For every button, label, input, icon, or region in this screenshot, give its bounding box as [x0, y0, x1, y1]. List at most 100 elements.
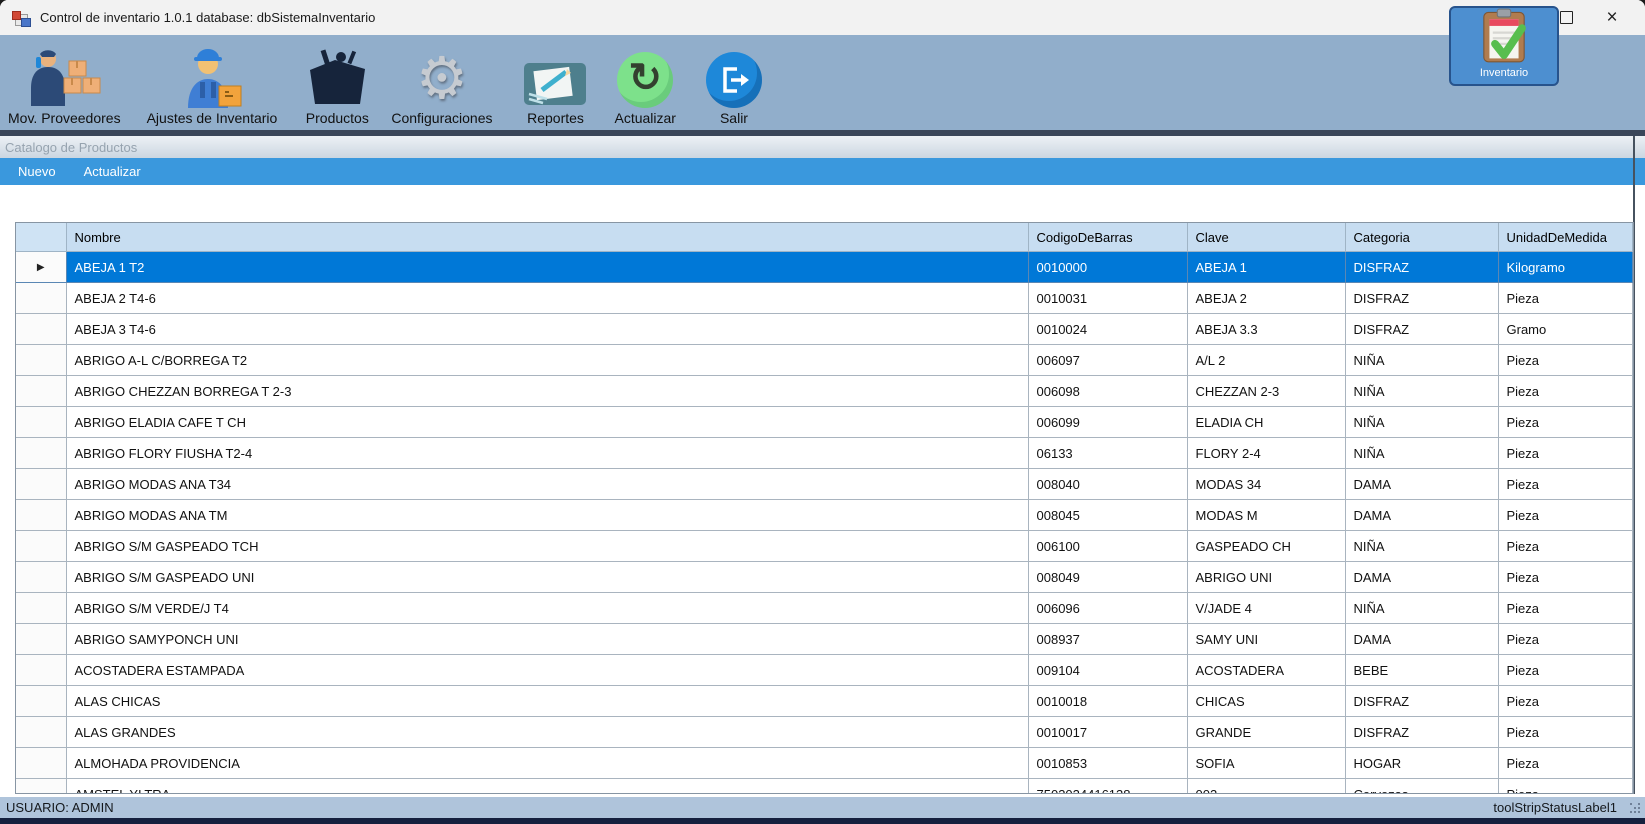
table-row[interactable]: ▶ABEJA 1 T20010000ABEJA 1DISFRAZKilogram…: [16, 252, 1632, 283]
table-row[interactable]: ABEJA 3 T4-60010024ABEJA 3.3DISFRAZGramo: [16, 314, 1632, 345]
cell-categoria[interactable]: NIÑA: [1345, 376, 1498, 407]
cell-nombre[interactable]: ABRIGO CHEZZAN BORREGA T 2-3: [66, 376, 1028, 407]
toolbar-item-mov-proveedores[interactable]: Mov. Proveedores: [8, 48, 121, 130]
cell-clave[interactable]: ABEJA 1: [1187, 252, 1345, 283]
cell-codigodebarras[interactable]: 006099: [1028, 407, 1187, 438]
cell-clave[interactable]: MODAS 34: [1187, 469, 1345, 500]
cell-unidaddemedida[interactable]: Pieza: [1498, 376, 1632, 407]
cell-categoria[interactable]: DISFRAZ: [1345, 717, 1498, 748]
cell-clave[interactable]: FLORY 2-4: [1187, 438, 1345, 469]
cell-clave[interactable]: V/JADE 4: [1187, 593, 1345, 624]
cell-clave[interactable]: ACOSTADERA: [1187, 655, 1345, 686]
cell-nombre[interactable]: ABEJA 1 T2: [66, 252, 1028, 283]
cell-nombre[interactable]: ACOSTADERA ESTAMPADA: [66, 655, 1028, 686]
cell-categoria[interactable]: NIÑA: [1345, 407, 1498, 438]
toolbar-item-productos[interactable]: Productos: [303, 48, 371, 130]
table-row[interactable]: AMSTEL YLTRA7503024416138002CervezasPiez…: [16, 779, 1632, 795]
cell-clave[interactable]: GRANDE: [1187, 717, 1345, 748]
table-row[interactable]: ABRIGO ELADIA CAFE T CH006099ELADIA CHNI…: [16, 407, 1632, 438]
cell-clave[interactable]: MODAS M: [1187, 500, 1345, 531]
resize-grip-icon[interactable]: [1630, 803, 1642, 815]
row-header-cell[interactable]: [16, 345, 66, 376]
row-header-cell[interactable]: [16, 500, 66, 531]
cell-nombre[interactable]: ABRIGO SAMYPONCH UNI: [66, 624, 1028, 655]
cell-nombre[interactable]: ABRIGO S/M VERDE/J T4: [66, 593, 1028, 624]
cell-unidaddemedida[interactable]: Pieza: [1498, 748, 1632, 779]
table-row[interactable]: ABEJA 2 T4-60010031ABEJA 2DISFRAZPieza: [16, 283, 1632, 314]
cell-codigodebarras[interactable]: 7503024416138: [1028, 779, 1187, 795]
cell-codigodebarras[interactable]: 006098: [1028, 376, 1187, 407]
cell-unidaddemedida[interactable]: Pieza: [1498, 655, 1632, 686]
table-row[interactable]: ABRIGO MODAS ANA T34008040MODAS 34DAMAPi…: [16, 469, 1632, 500]
toolbar-item-ajustes-de-inventario[interactable]: Ajustes de Inventario: [147, 46, 278, 130]
table-row[interactable]: ALAS GRANDES0010017GRANDEDISFRAZPieza: [16, 717, 1632, 748]
cell-unidaddemedida[interactable]: Pieza: [1498, 562, 1632, 593]
cell-unidaddemedida[interactable]: Pieza: [1498, 345, 1632, 376]
toolbar-item-actualizar[interactable]: ↻Actualizar: [615, 52, 676, 130]
table-row[interactable]: ALAS CHICAS0010018CHICASDISFRAZPieza: [16, 686, 1632, 717]
cell-nombre[interactable]: ALAS CHICAS: [66, 686, 1028, 717]
table-row[interactable]: ABRIGO CHEZZAN BORREGA T 2-3006098CHEZZA…: [16, 376, 1632, 407]
cell-clave[interactable]: SAMY UNI: [1187, 624, 1345, 655]
column-header-categoria[interactable]: Categoria: [1345, 223, 1498, 252]
cell-codigodebarras[interactable]: 0010018: [1028, 686, 1187, 717]
cell-codigodebarras[interactable]: 008045: [1028, 500, 1187, 531]
cell-nombre[interactable]: ABRIGO MODAS ANA T34: [66, 469, 1028, 500]
table-row[interactable]: ABRIGO MODAS ANA TM008045MODAS MDAMAPiez…: [16, 500, 1632, 531]
row-header-cell[interactable]: [16, 717, 66, 748]
cell-categoria[interactable]: DISFRAZ: [1345, 252, 1498, 283]
row-header-cell[interactable]: [16, 593, 66, 624]
toolbar-item-configuraciones[interactable]: ⚙Configuraciones: [391, 50, 492, 130]
cell-unidaddemedida[interactable]: Kilogramo: [1498, 252, 1632, 283]
cell-codigodebarras[interactable]: 008040: [1028, 469, 1187, 500]
table-row[interactable]: ABRIGO SAMYPONCH UNI008937SAMY UNIDAMAPi…: [16, 624, 1632, 655]
cell-codigodebarras[interactable]: 008937: [1028, 624, 1187, 655]
cell-codigodebarras[interactable]: 006096: [1028, 593, 1187, 624]
cell-clave[interactable]: 002: [1187, 779, 1345, 795]
cell-clave[interactable]: CHICAS: [1187, 686, 1345, 717]
row-header-cell[interactable]: [16, 686, 66, 717]
cell-clave[interactable]: SOFIA: [1187, 748, 1345, 779]
table-row[interactable]: ABRIGO A-L C/BORREGA T2006097A/L 2NIÑAPi…: [16, 345, 1632, 376]
cell-nombre[interactable]: ABRIGO MODAS ANA TM: [66, 500, 1028, 531]
row-header-cell[interactable]: [16, 376, 66, 407]
cell-nombre[interactable]: ABRIGO FLORY FIUSHA T2-4: [66, 438, 1028, 469]
toolbar-item-reportes[interactable]: Reportes: [523, 60, 589, 130]
cell-categoria[interactable]: NIÑA: [1345, 345, 1498, 376]
cell-categoria[interactable]: DISFRAZ: [1345, 314, 1498, 345]
table-row[interactable]: ABRIGO S/M VERDE/J T4006096V/JADE 4NIÑAP…: [16, 593, 1632, 624]
cell-categoria[interactable]: DAMA: [1345, 562, 1498, 593]
cell-unidaddemedida[interactable]: Pieza: [1498, 624, 1632, 655]
cell-categoria[interactable]: DISFRAZ: [1345, 283, 1498, 314]
cell-unidaddemedida[interactable]: Pieza: [1498, 500, 1632, 531]
cell-nombre[interactable]: ABEJA 3 T4-6: [66, 314, 1028, 345]
cell-nombre[interactable]: ABEJA 2 T4-6: [66, 283, 1028, 314]
cell-codigodebarras[interactable]: 0010031: [1028, 283, 1187, 314]
cell-unidaddemedida[interactable]: Gramo: [1498, 314, 1632, 345]
cell-codigodebarras[interactable]: 0010017: [1028, 717, 1187, 748]
row-header-cell[interactable]: [16, 531, 66, 562]
cell-clave[interactable]: ABRIGO UNI: [1187, 562, 1345, 593]
cell-categoria[interactable]: DAMA: [1345, 500, 1498, 531]
cell-codigodebarras[interactable]: 008049: [1028, 562, 1187, 593]
cell-categoria[interactable]: BEBE: [1345, 655, 1498, 686]
column-header-nombre[interactable]: Nombre: [66, 223, 1028, 252]
row-header-cell[interactable]: [16, 469, 66, 500]
cell-categoria[interactable]: DISFRAZ: [1345, 686, 1498, 717]
row-header-current-indicator[interactable]: ▶: [16, 252, 66, 283]
row-header-cell[interactable]: [16, 314, 66, 345]
close-button[interactable]: ×: [1589, 0, 1635, 35]
cell-categoria[interactable]: NIÑA: [1345, 531, 1498, 562]
cell-nombre[interactable]: ABRIGO S/M GASPEADO TCH: [66, 531, 1028, 562]
cell-codigodebarras[interactable]: 006100: [1028, 531, 1187, 562]
cell-nombre[interactable]: ABRIGO S/M GASPEADO UNI: [66, 562, 1028, 593]
cell-categoria[interactable]: HOGAR: [1345, 748, 1498, 779]
column-header-codigodebarras[interactable]: CodigoDeBarras: [1028, 223, 1187, 252]
row-header-cell[interactable]: [16, 438, 66, 469]
table-row[interactable]: ABRIGO S/M GASPEADO TCH006100GASPEADO CH…: [16, 531, 1632, 562]
cell-nombre[interactable]: ABRIGO A-L C/BORREGA T2: [66, 345, 1028, 376]
column-header-clave[interactable]: Clave: [1187, 223, 1345, 252]
cell-unidaddemedida[interactable]: Pieza: [1498, 531, 1632, 562]
cell-codigodebarras[interactable]: 006097: [1028, 345, 1187, 376]
cell-clave[interactable]: ELADIA CH: [1187, 407, 1345, 438]
